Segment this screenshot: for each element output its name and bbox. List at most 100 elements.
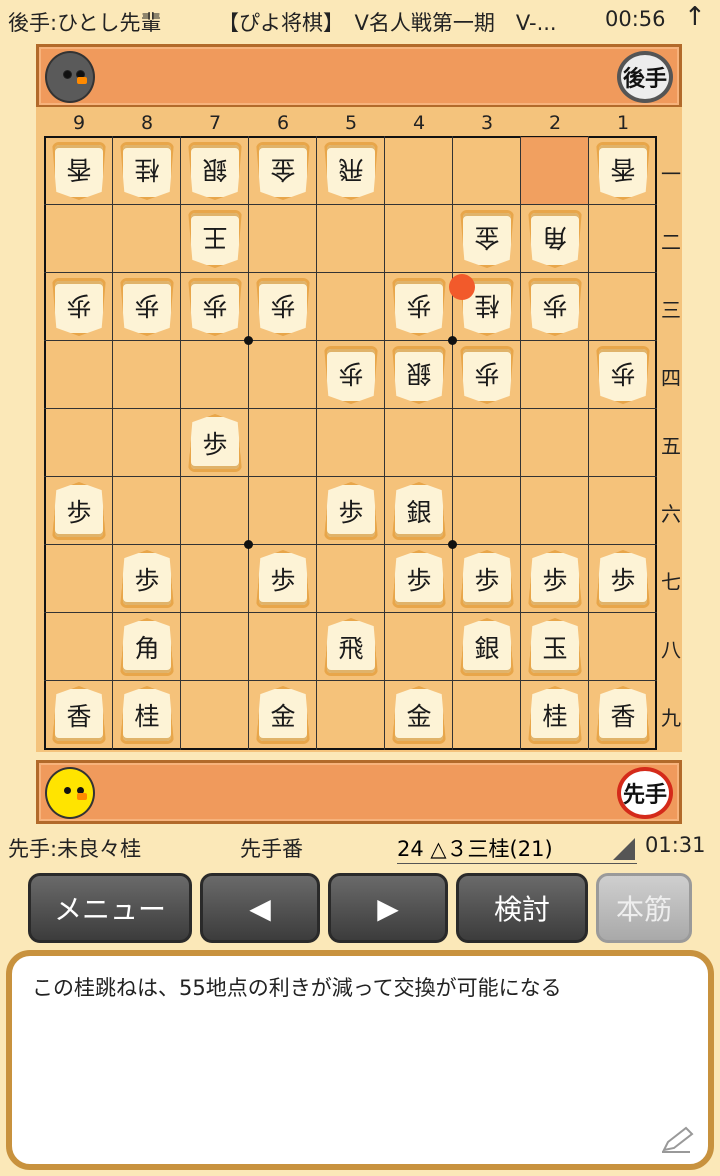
file-label: 8 <box>140 112 154 134</box>
clock-time: 00:56 <box>605 7 666 31</box>
rank-label: 九 <box>661 706 681 730</box>
rank-label: 八 <box>661 638 681 662</box>
grid-line <box>44 272 657 273</box>
grid-line <box>112 136 113 750</box>
up-arrow-icon[interactable]: ↑ <box>684 2 706 32</box>
shogi-piece-gote[interactable]: 歩 <box>596 346 650 404</box>
turn-indicator: 先手番 <box>240 837 303 861</box>
shogi-piece-gote[interactable]: 金 <box>460 210 514 268</box>
file-label: 9 <box>72 112 86 134</box>
grid-line <box>44 204 657 205</box>
next-move-button[interactable]: ▶ <box>328 873 448 943</box>
shogi-piece-sente[interactable]: 銀 <box>460 618 514 676</box>
sente-hand-area: 先手 <box>36 760 682 824</box>
shogi-piece-sente[interactable]: 歩 <box>460 550 514 608</box>
shogi-piece-sente[interactable]: 香 <box>52 686 106 744</box>
shogi-piece-gote[interactable]: 香 <box>596 142 650 200</box>
star-point <box>448 540 457 549</box>
last-move-highlight <box>521 137 589 205</box>
grid-line <box>44 680 657 681</box>
gote-hand-area: 後手 <box>36 44 682 108</box>
shogi-piece-sente[interactable]: 金 <box>392 686 446 744</box>
shogi-piece-gote[interactable]: 歩 <box>52 278 106 336</box>
file-label: 1 <box>616 112 630 134</box>
file-label: 2 <box>548 112 562 134</box>
shogi-piece-sente[interactable]: 銀 <box>392 482 446 540</box>
star-point <box>244 336 253 345</box>
gote-badge: 後手 <box>617 51 673 103</box>
event-title: 【ぴよ将棋】 V名人戦第一期 V-... <box>218 11 557 35</box>
shogi-piece-sente[interactable]: 歩 <box>120 550 174 608</box>
grid-line <box>44 340 657 341</box>
rank-label: 二 <box>661 230 681 254</box>
shogi-piece-gote[interactable]: 王 <box>188 210 242 268</box>
file-label: 4 <box>412 112 426 134</box>
file-label: 3 <box>480 112 494 134</box>
grid-line <box>44 544 657 545</box>
shogi-piece-sente[interactable]: 歩 <box>392 550 446 608</box>
grid-line <box>44 408 657 409</box>
shogi-piece-gote[interactable]: 香 <box>52 142 106 200</box>
shogi-piece-gote[interactable]: 角 <box>528 210 582 268</box>
shogi-piece-sente[interactable]: 歩 <box>188 414 242 472</box>
shogi-piece-sente[interactable]: 玉 <box>528 618 582 676</box>
comment-text: この桂跳ねは、55地点の利きが減って交換が可能になる <box>32 976 562 1000</box>
sente-clock: 01:31 <box>645 833 706 857</box>
file-label: 5 <box>344 112 358 134</box>
shogi-piece-sente[interactable]: 角 <box>120 618 174 676</box>
shogi-piece-sente[interactable]: 歩 <box>52 482 106 540</box>
rank-label: 六 <box>661 502 681 526</box>
shogi-piece-gote[interactable]: 歩 <box>256 278 310 336</box>
rank-label: 七 <box>661 570 681 594</box>
shogi-piece-sente[interactable]: 歩 <box>256 550 310 608</box>
shogi-piece-gote[interactable]: 桂 <box>120 142 174 200</box>
grid-line <box>588 136 589 750</box>
grid-line <box>316 136 317 750</box>
shogi-piece-sente[interactable]: 歩 <box>596 550 650 608</box>
shogi-piece-sente[interactable]: 歩 <box>528 550 582 608</box>
rank-label: 四 <box>661 366 681 390</box>
grid-line <box>452 136 453 750</box>
mainline-button: 本筋 <box>596 873 692 943</box>
status-bar: 後手:ひとし先輩 【ぴよ将棋】 V名人戦第一期 V-... 00:56 ↑ <box>0 0 720 42</box>
grid-line <box>248 136 249 750</box>
file-label: 7 <box>208 112 222 134</box>
shogi-piece-sente[interactable]: 金 <box>256 686 310 744</box>
shogi-piece-gote[interactable]: 飛 <box>324 142 378 200</box>
grid-line <box>44 612 657 613</box>
prev-move-button[interactable]: ◀ <box>200 873 320 943</box>
sente-player-name: 先手:未良々桂 <box>8 837 142 861</box>
rank-label: 一 <box>661 162 681 186</box>
analyze-button[interactable]: 検討 <box>456 873 588 943</box>
shogi-piece-sente[interactable]: 飛 <box>324 618 378 676</box>
move-list-dropdown-icon[interactable] <box>613 838 635 860</box>
grid-line <box>384 136 385 750</box>
current-move[interactable]: 24 △３三桂(21) <box>397 833 637 864</box>
move-marker <box>449 274 475 300</box>
shogi-piece-sente[interactable]: 歩 <box>324 482 378 540</box>
sente-badge: 先手 <box>617 767 673 819</box>
shogi-piece-gote[interactable]: 歩 <box>528 278 582 336</box>
shogi-piece-gote[interactable]: 歩 <box>460 346 514 404</box>
yellow-chick-avatar <box>45 767 95 819</box>
shogi-piece-sente[interactable]: 香 <box>596 686 650 744</box>
grid-line <box>44 476 657 477</box>
grid-line <box>180 136 181 750</box>
shogi-piece-gote[interactable]: 銀 <box>188 142 242 200</box>
shogi-piece-gote[interactable]: 金 <box>256 142 310 200</box>
menu-button[interactable]: メニュー <box>28 873 192 943</box>
shogi-piece-sente[interactable]: 桂 <box>120 686 174 744</box>
comment-box[interactable]: この桂跳ねは、55地点の利きが減って交換が可能になる <box>6 950 714 1170</box>
file-label: 6 <box>276 112 290 134</box>
shogi-piece-gote[interactable]: 歩 <box>324 346 378 404</box>
rank-label: 五 <box>661 434 681 458</box>
pencil-icon[interactable] <box>660 1126 694 1154</box>
gray-chick-avatar <box>45 51 95 103</box>
shogi-piece-gote[interactable]: 歩 <box>120 278 174 336</box>
shogi-piece-gote[interactable]: 歩 <box>392 278 446 336</box>
grid-line <box>520 136 521 750</box>
gote-player-name: 後手:ひとし先輩 <box>8 11 162 35</box>
shogi-piece-gote[interactable]: 歩 <box>188 278 242 336</box>
shogi-piece-gote[interactable]: 銀 <box>392 346 446 404</box>
shogi-piece-sente[interactable]: 桂 <box>528 686 582 744</box>
